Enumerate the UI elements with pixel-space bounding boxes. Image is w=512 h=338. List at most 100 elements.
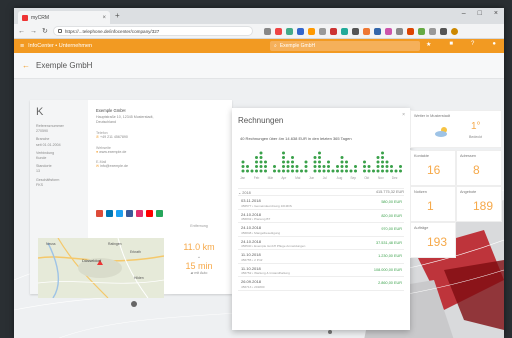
extension-icon[interactable] (428, 27, 436, 35)
chat-icon[interactable]: ■ (449, 41, 453, 48)
extension-icon[interactable] (395, 27, 403, 35)
extension-icon[interactable] (329, 27, 337, 35)
location-map[interactable]: Düsseldorf Neuss Erkrath Hilden Ratingen (38, 238, 164, 298)
close-icon[interactable]: × (402, 112, 405, 118)
invoice-dot (241, 165, 245, 168)
extension-icon[interactable] (274, 27, 282, 35)
linkedin-icon[interactable] (106, 210, 113, 217)
invoice-row[interactable]: 24.10.2018 456832 • Planung BT 820,00 EUR (238, 210, 404, 223)
invoice-dot (286, 169, 290, 173)
youtube-icon[interactable] (146, 210, 153, 217)
invoice-date: 24.10.2018 (241, 238, 262, 244)
facebook-icon[interactable] (126, 210, 133, 217)
stat-box[interactable]: Kontakte 16 (410, 150, 456, 186)
new-tab-icon[interactable]: + (115, 11, 120, 20)
invoice-dot (340, 165, 344, 168)
map-label: Hilden (134, 276, 144, 280)
close-window-icon[interactable]: × (494, 10, 498, 17)
user-icon[interactable]: ● (492, 41, 496, 48)
search-input[interactable]: ⌕ Exemple GmbH (270, 41, 420, 51)
invoice-dot (318, 160, 321, 164)
stat-box[interactable]: Notizen 1 (410, 186, 456, 222)
stat-value: 1 (427, 199, 434, 213)
phone-row[interactable]: ✆ +49 211 4567890 (96, 135, 226, 140)
back-icon[interactable]: ← (18, 28, 25, 35)
profile-avatar-icon[interactable] (450, 27, 458, 35)
invoice-dot (282, 151, 285, 155)
extension-icon[interactable] (417, 27, 425, 35)
meta-value: seit 01.01.2004 (36, 142, 61, 147)
year-row[interactable]: ⌄ 2018 415.775,32 EUR (238, 188, 404, 196)
invoice-dot (295, 165, 299, 168)
twitter-icon[interactable] (116, 210, 123, 217)
web-row[interactable]: ● www.exemple.de (96, 150, 226, 155)
invoice-date: 24.10.2018 (241, 225, 262, 230)
forward-icon[interactable]: → (30, 28, 37, 35)
help-icon[interactable]: ? (471, 41, 474, 48)
mail-row[interactable]: ✉ info@exemple.de (96, 164, 226, 169)
invoice-dot (259, 156, 263, 159)
invoice-dot (385, 160, 389, 164)
invoice-dot (313, 169, 317, 173)
invoice-dot (291, 156, 294, 159)
extension-icon[interactable] (318, 27, 326, 35)
company-meta: Referenznummer 270590 Branche seit 01.01… (36, 124, 84, 188)
invoice-row[interactable]: 03.11.2018 456577 • Gemeindeordnung 1019D… (238, 196, 404, 210)
extension-icon[interactable] (285, 27, 293, 35)
minimize-icon[interactable]: – (462, 10, 466, 17)
invoice-dot (327, 165, 330, 168)
back-arrow-icon[interactable]: ← (22, 61, 30, 70)
map-label: Ratingen (108, 242, 122, 246)
extension-icon[interactable] (373, 27, 381, 35)
close-tab-icon[interactable]: × (102, 15, 106, 21)
maximize-icon[interactable]: □ (478, 10, 482, 17)
extension-icon[interactable] (362, 27, 370, 35)
extension-icon[interactable] (384, 27, 392, 35)
invoice-dot (385, 165, 389, 168)
stat-box[interactable]: Aufträge 193 (410, 222, 456, 258)
url-input[interactable]: https://...telephone.de/infocenter/compa… (52, 26, 253, 36)
breadcrumb[interactable]: InfoCenter • Unternehmen (28, 43, 92, 49)
extension-icon[interactable] (340, 27, 348, 35)
xing-icon[interactable] (156, 210, 163, 217)
invoice-row[interactable]: 11.10.2018 456752 • Wartung & Instandhalt… (238, 264, 404, 277)
invoice-row[interactable]: 24.10.2018 456848 • Mangelbeseitigung 970,… (238, 223, 404, 237)
invoice-row[interactable]: 11.10.2018 456755 • 2 Prüf 1.230,00 EUR (238, 250, 404, 264)
extension-icon[interactable] (263, 27, 271, 35)
invoice-amount: 2.860,00 EUR (378, 281, 402, 285)
invoice-dot (385, 169, 389, 173)
star-icon[interactable]: ★ (426, 41, 431, 48)
browser-tab[interactable]: myCRM × (18, 11, 110, 24)
reload-icon[interactable]: ↻ (42, 27, 48, 35)
month-label: Okt (364, 176, 370, 180)
invoice-dot (300, 169, 303, 173)
invoice-dot (340, 160, 344, 164)
tab-title: myCRM (31, 14, 50, 21)
instagram-icon[interactable] (136, 210, 143, 217)
google-icon[interactable] (96, 210, 103, 217)
stat-box[interactable]: Angebote 189 (456, 186, 502, 222)
stat-box[interactable]: Adressen 8 (456, 150, 502, 186)
invoice-dot (282, 156, 285, 159)
cloud-sun-icon (435, 127, 447, 137)
invoice-row[interactable]: 24.10.2018 456540 • Exemple GmbH Pflege A… (238, 237, 404, 250)
month-label: Feb (253, 176, 260, 180)
menu-icon[interactable]: ≡ (20, 43, 24, 50)
travel-mode: ▰ mit Auto (190, 271, 208, 275)
stat-value: 16 (427, 163, 441, 177)
extension-icon[interactable] (439, 27, 447, 35)
extension-icon[interactable] (351, 27, 359, 35)
directions-panel: Entfernung 11.0 km ⌄ 15 min ▰ mit Auto (170, 224, 228, 276)
invoice-dot (264, 169, 267, 173)
invoice-row[interactable]: 26.09.2018 456713 • 201800 2.860,00 EUR (238, 277, 404, 291)
extension-icon[interactable] (406, 27, 414, 35)
invoice-amount: 970,00 EUR (381, 227, 402, 231)
invoice-dot (381, 169, 384, 173)
invoice-dot (345, 160, 348, 164)
chevron-down-icon[interactable]: ⌄ (170, 254, 228, 260)
temperature: 1° (471, 121, 481, 132)
extension-icon[interactable] (296, 27, 304, 35)
extension-icon[interactable] (307, 27, 315, 35)
search-icon: ⌕ (274, 43, 277, 49)
month-label: Mai (295, 176, 301, 180)
